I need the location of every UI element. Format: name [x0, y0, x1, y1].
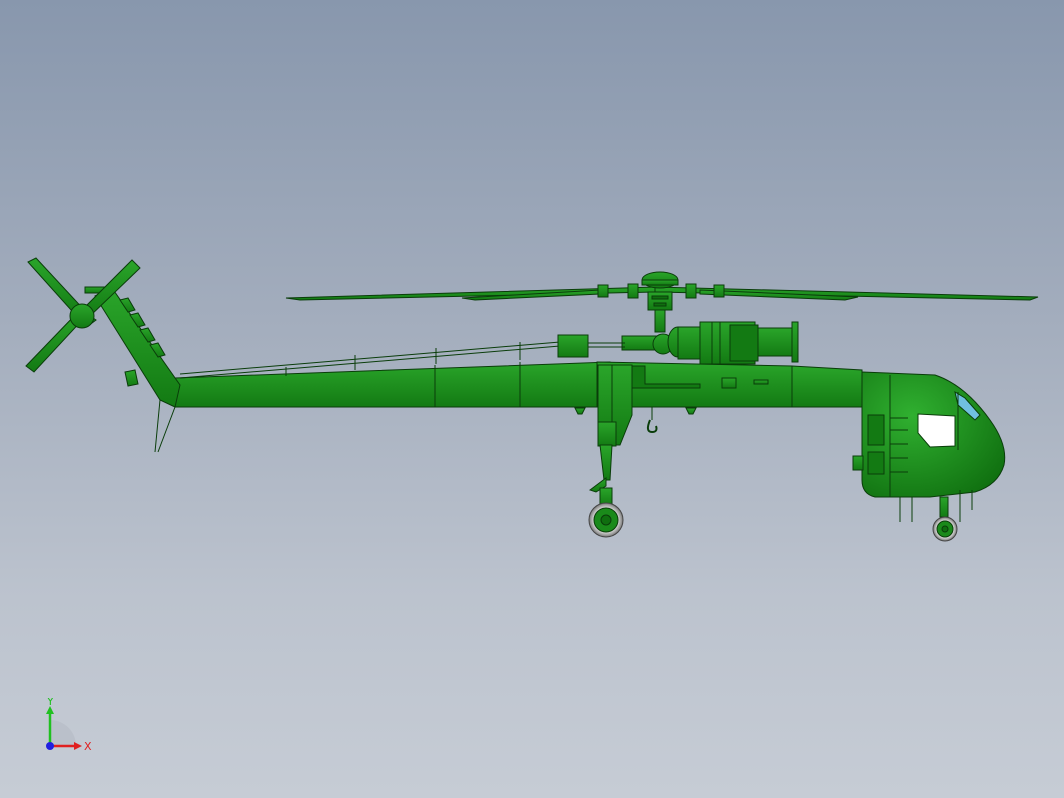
- main-landing-gear: [588, 444, 613, 507]
- nose-wheel: [932, 516, 958, 542]
- engine-nacelle: [621, 321, 799, 365]
- main-wheel: [588, 502, 624, 538]
- rotor-hub: [641, 271, 679, 333]
- coordinate-triad: Y X: [46, 698, 92, 753]
- x-axis-label: X: [84, 740, 92, 753]
- z-axis: [46, 742, 54, 750]
- tail-boom: [174, 334, 625, 408]
- y-axis-label: Y: [46, 698, 54, 708]
- center-fuselage: [574, 361, 793, 447]
- helicopter-model[interactable]: [0, 0, 1064, 798]
- cockpit: [852, 371, 1006, 522]
- forward-fuselage: [791, 365, 863, 408]
- tail-pylon: [84, 286, 181, 453]
- graphics-viewport[interactable]: Y X: [0, 0, 1064, 798]
